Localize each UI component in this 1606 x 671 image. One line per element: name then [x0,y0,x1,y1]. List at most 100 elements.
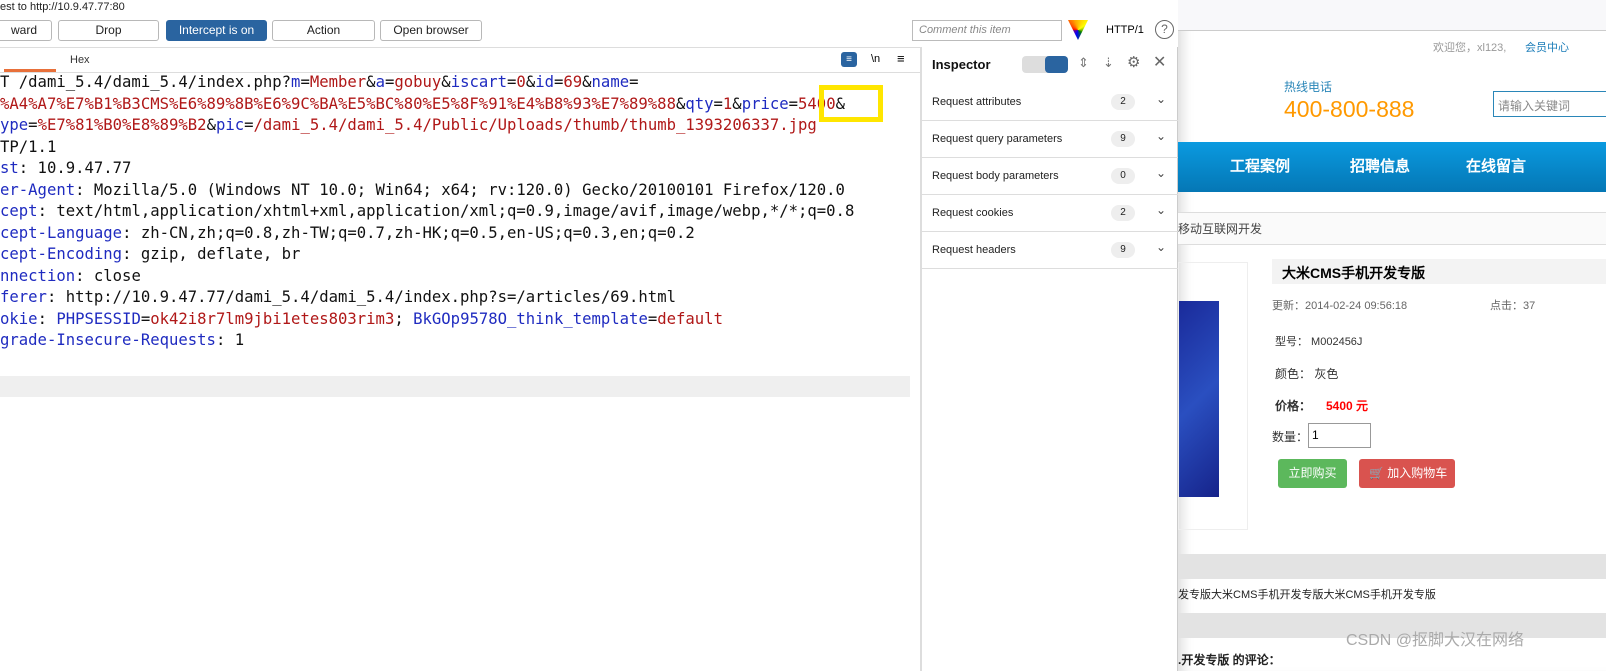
inspector-section[interactable]: Request cookies 2 ⌄ [922,195,1178,232]
param-value: 69 [563,73,583,91]
request-text: T /dami_5.4/dami_5.4/index.php? [0,73,292,91]
drop-button[interactable]: Drop [58,20,159,41]
layout-toggle[interactable] [1022,56,1068,73]
menu-icon[interactable]: ≡ [897,51,905,66]
request-line[interactable]: cept: text/html,application/xhtml+xml,ap… [0,201,910,223]
section-label: Request body parameters [932,170,1059,182]
request-line[interactable]: er-Agent: Mozilla/5.0 (Windows NT 10.0; … [0,180,910,202]
welcome-text: 欢迎您，xl123, [1433,42,1507,54]
param-key: name [591,73,630,91]
product-updated: 更新：2014-02-24 09:56:18 [1272,300,1408,312]
request-text: : 10.9.47.77 [18,159,132,177]
request-text: & [732,94,742,113]
request-text: = [244,116,254,134]
request-line[interactable]: T /dami_5.4/dami_5.4/index.php?m=Member&… [0,72,910,94]
param-value: ok42i8r7lm9jbi1etes803rim3 [150,309,395,328]
quantity-input[interactable]: 1 [1308,423,1371,448]
request-line[interactable]: cept-Language: zh-CN,zh;q=0.8,zh-TW;q=0.… [0,223,910,245]
nav-item[interactable]: 工程案例 [1230,155,1290,176]
param-value: %E7%81%B0%E8%89%B2 [37,116,207,134]
param-key: BkGOp9578O_think_template [413,309,648,328]
buy-now-button[interactable]: 立即购买 [1278,459,1347,488]
request-text: TP/1.1 [0,137,57,156]
nav-item[interactable]: 招聘信息 [1350,155,1410,176]
request-line[interactable]: okie: PHPSESSID=ok42i8r7lm9jbi1etes803ri… [0,309,910,331]
request-editor[interactable]: T /dami_5.4/dami_5.4/index.php?m=Member&… [0,72,910,352]
param-key: id [535,73,554,91]
request-line[interactable]: nnection: close [0,266,910,288]
chevron-down-icon[interactable]: ⌄ [1156,203,1166,217]
tab-hex[interactable]: Hex [70,54,90,66]
editor-empty-line [0,376,910,397]
word-wrap-icon[interactable]: ≡ [841,52,857,67]
http-version[interactable]: HTTP/1 [1106,24,1144,36]
member-center-link[interactable]: 会员中心 [1525,39,1569,55]
request-text: = [629,73,639,91]
param-value: 0 [516,73,526,91]
inspector-section[interactable]: Request attributes 2 ⌄ [922,84,1178,121]
request-text: & [675,94,686,113]
highlight-color-icon[interactable] [1068,20,1088,40]
request-line[interactable]: st: 10.9.47.77 [0,158,910,180]
request-text: & [366,73,376,91]
newline-toggle[interactable]: \n [871,53,880,65]
intercept-toggle[interactable]: Intercept is on [166,20,267,41]
request-text: : zh-CN,zh;q=0.8,zh-TW;q=0.7,zh-HK;q=0.5… [122,223,695,242]
request-text: = [384,73,395,91]
main-nav: 工程案例 招聘信息 在线留言 [1178,142,1606,192]
param-key: price [741,94,789,113]
nav-item[interactable]: 在线留言 [1466,155,1526,176]
settings-icon[interactable]: ⚙ [1127,53,1140,71]
request-text: : text/html,application/xhtml+xml,applic… [37,202,855,220]
forward-button[interactable]: ward [0,20,52,41]
param-key: cept-Encoding [0,245,123,263]
expand-all-icon[interactable]: ⇕ [1078,55,1089,71]
request-text: : gzip, deflate, br [122,245,301,263]
inspector-section[interactable]: Request headers 9 ⌄ [922,232,1178,269]
chevron-down-icon[interactable]: ⌄ [1156,240,1166,254]
section-count: 2 [1111,94,1135,110]
cart-icon: 🛒 [1369,466,1384,480]
param-value: %A4%A7%E7%B1%B3CMS%E6%89%8B%E6%9C%BA%E5%… [0,94,676,113]
section-bar [1178,554,1606,579]
chevron-down-icon[interactable]: ⌄ [1156,92,1166,106]
request-line[interactable]: cept-Encoding: gzip, deflate, br [0,244,910,266]
inspector-panel: Inspector ⇕ ⇣ ⚙ ✕ Request attributes 2 ⌄ Re… [922,47,1178,671]
open-browser-button[interactable]: Open browser [380,20,482,41]
chevron-down-icon[interactable]: ⌄ [1156,166,1166,180]
param-key: nnection [0,266,76,285]
inspector-section[interactable]: Request body parameters 0 ⌄ [922,158,1178,195]
request-line[interactable]: %A4%A7%E7%B1%B3CMS%E6%89%8B%E6%9C%BA%E5%… [0,94,910,116]
browser-page: 欢迎您，xl123, 会员中心 热线电话 400-800-888 请输入关键词 … [1178,0,1606,671]
price-highlight-box [819,85,883,122]
request-line[interactable]: ype=%E7%81%B0%E8%89%B2&pic=/dami_5.4/dam… [0,115,910,137]
request-text: : http://10.9.47.77/dami_5.4/dami_5.4/in… [46,288,676,306]
inspector-title: Inspector [932,57,991,72]
param-key: iscart [450,73,508,91]
param-value: default [657,309,723,328]
product-clicks: 点击：37 [1490,300,1536,312]
param-value: Member [309,73,367,91]
search-input[interactable]: 请输入关键词 [1493,91,1606,117]
browser-bar [1178,0,1606,31]
close-icon[interactable]: ✕ [1153,52,1166,72]
inspector-section[interactable]: Request query parameters 9 ⌄ [922,121,1178,158]
action-button[interactable]: Action [272,20,375,41]
comment-input[interactable]: Comment this item [912,20,1062,41]
collapse-all-icon[interactable]: ⇣ [1103,55,1114,71]
section-label: Request headers [932,244,1016,256]
param-key: cept-Language [0,223,123,242]
request-text: & [525,73,536,91]
request-text: = [788,94,799,113]
request-line[interactable]: grade-Insecure-Requests: 1 [0,330,910,352]
product-model: 型号： M002456J [1275,336,1363,348]
chevron-down-icon[interactable]: ⌄ [1156,129,1166,143]
help-icon[interactable]: ? [1155,20,1174,39]
param-key: a [375,73,385,91]
request-line[interactable]: ferer: http://10.9.47.77/dami_5.4/dami_5… [0,287,910,309]
request-line[interactable]: TP/1.1 [0,137,910,159]
add-to-cart-button[interactable]: 🛒 加入购物车 [1359,459,1455,488]
param-key: ype [0,116,29,134]
price-value: 5400 元 [1326,399,1369,413]
param-key: grade-Insecure-Requests [0,331,216,349]
